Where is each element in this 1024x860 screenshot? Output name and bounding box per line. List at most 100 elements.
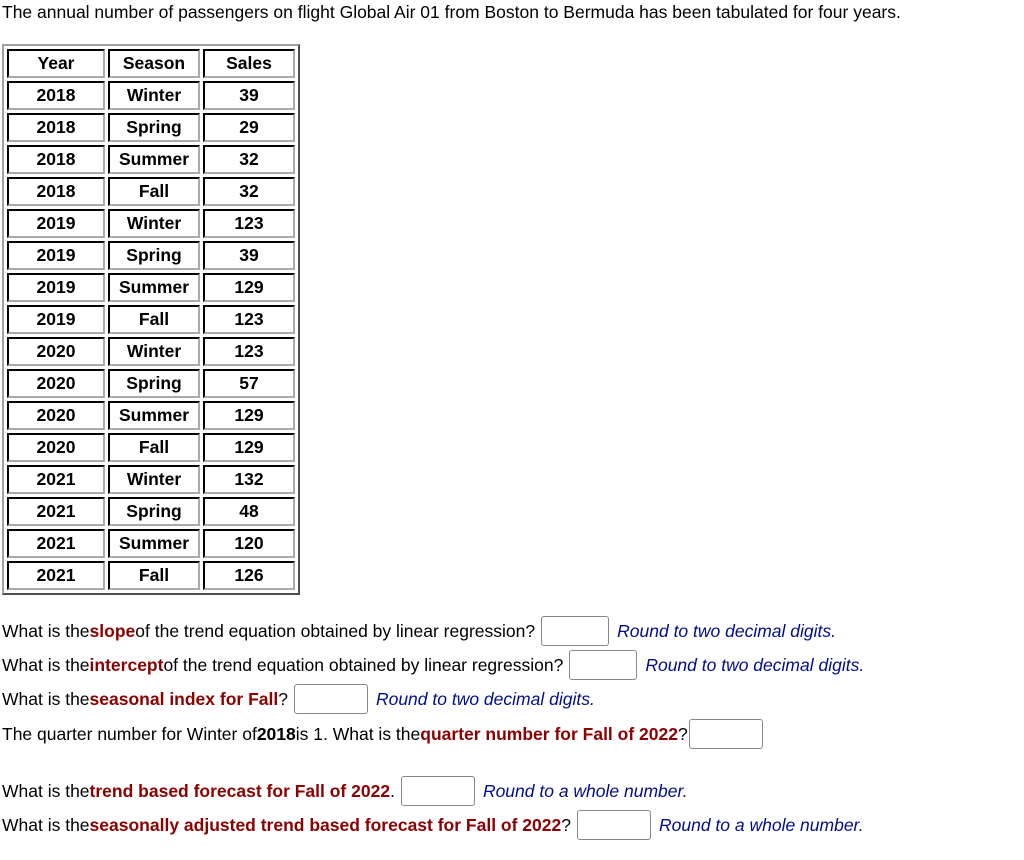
cell-sales: 132	[203, 465, 295, 494]
rounding-hint: Round to a whole number.	[482, 780, 688, 801]
rounding-hint: Round to a whole number.	[658, 814, 864, 835]
cell-sales: 32	[203, 145, 295, 174]
rounding-hint: Round to two decimal digits.	[645, 654, 865, 675]
cell-season: Summer	[108, 529, 200, 558]
cell-season: Spring	[108, 241, 200, 270]
cell-sales: 126	[203, 561, 295, 590]
question-text: ?	[677, 723, 688, 744]
cell-year: 2020	[7, 401, 105, 430]
question-text: is 1. What is the	[295, 723, 421, 744]
cell-year: 2020	[7, 337, 105, 366]
cell-sales: 123	[203, 337, 295, 366]
question-text: ?	[278, 688, 288, 709]
cell-year: 2020	[7, 369, 105, 398]
table-row: 2020 Winter 123	[7, 337, 295, 366]
question-intercept: What is the intercept of the trend equat…	[2, 650, 864, 680]
cell-year: 2018	[7, 113, 105, 142]
year-bold: 2018	[256, 723, 296, 744]
cell-season: Winter	[108, 81, 200, 110]
cell-sales: 39	[203, 241, 295, 270]
seasonal-index-input[interactable]	[293, 684, 368, 714]
cell-year: 2018	[7, 145, 105, 174]
cell-year: 2021	[7, 529, 105, 558]
table-row: 2019 Winter 123	[7, 209, 295, 238]
cell-year: 2019	[7, 241, 105, 270]
cell-season: Spring	[108, 369, 200, 398]
question-text: What is the	[2, 814, 90, 835]
rounding-hint: Round to two decimal digits.	[617, 620, 837, 641]
question-keyword: seasonal index for Fall	[89, 688, 279, 709]
table-row: 2021 Winter 132	[7, 465, 295, 494]
cell-season: Summer	[108, 273, 200, 302]
cell-year: 2021	[7, 561, 105, 590]
cell-season: Summer	[108, 145, 200, 174]
question-keyword: intercept	[89, 654, 164, 675]
cell-season: Spring	[108, 113, 200, 142]
question-text: The quarter number for Winter of	[2, 723, 257, 744]
cell-season: Winter	[108, 337, 200, 366]
question-text: What is the	[2, 654, 90, 675]
question-seasonal-forecast: What is the seasonally adjusted trend ba…	[2, 810, 864, 840]
table-row: 2021 Spring 48	[7, 497, 295, 526]
table-row: 2018 Spring 29	[7, 113, 295, 142]
rounding-hint: Round to two decimal digits.	[375, 688, 595, 709]
cell-season: Fall	[108, 305, 200, 334]
cell-year: 2019	[7, 305, 105, 334]
table-row: 2020 Spring 57	[7, 369, 295, 398]
cell-sales: 129	[203, 273, 295, 302]
question-text: of the trend equation obtained by linear…	[135, 620, 536, 641]
question-quarter-number: The quarter number for Winter of 2018 is…	[2, 719, 763, 749]
header-sales: Sales	[203, 49, 295, 78]
table-row: 2018 Fall 32	[7, 177, 295, 206]
cell-sales: 57	[203, 369, 295, 398]
cell-year: 2019	[7, 209, 105, 238]
cell-sales: 29	[203, 113, 295, 142]
question-seasonal-index: What is the seasonal index for Fall? Rou…	[2, 684, 595, 714]
cell-sales: 32	[203, 177, 295, 206]
cell-year: 2019	[7, 273, 105, 302]
cell-season: Winter	[108, 465, 200, 494]
intercept-input[interactable]	[569, 650, 638, 680]
header-year: Year	[7, 49, 105, 78]
cell-year: 2020	[7, 433, 105, 462]
header-season: Season	[108, 49, 200, 78]
cell-season: Fall	[108, 561, 200, 590]
question-text: What is the	[2, 780, 90, 801]
table-row: 2020 Summer 129	[7, 401, 295, 430]
question-text: of the trend equation obtained by linear…	[163, 654, 564, 675]
cell-sales: 129	[203, 433, 295, 462]
cell-sales: 123	[203, 305, 295, 334]
cell-year: 2021	[7, 497, 105, 526]
cell-sales: 120	[203, 529, 295, 558]
trend-forecast-input[interactable]	[400, 776, 475, 806]
question-text: ?	[561, 814, 571, 835]
question-text: .	[390, 780, 395, 801]
cell-season: Winter	[108, 209, 200, 238]
question-trend-forecast: What is the trend based forecast for Fal…	[2, 776, 688, 806]
slope-input[interactable]	[541, 616, 610, 646]
table-row: 2019 Summer 129	[7, 273, 295, 302]
table-row: 2018 Winter 39	[7, 81, 295, 110]
table-row: 2019 Fall 123	[7, 305, 295, 334]
cell-year: 2021	[7, 465, 105, 494]
question-keyword: slope	[89, 620, 136, 641]
table-row: 2020 Fall 129	[7, 433, 295, 462]
cell-year: 2018	[7, 177, 105, 206]
seasonal-forecast-input[interactable]	[576, 810, 651, 840]
cell-season: Fall	[108, 177, 200, 206]
question-text: What is the	[2, 688, 90, 709]
table-row: 2021 Fall 126	[7, 561, 295, 590]
cell-sales: 129	[203, 401, 295, 430]
cell-season: Fall	[108, 433, 200, 462]
quarter-number-input[interactable]	[688, 719, 763, 749]
table-row: 2019 Spring 39	[7, 241, 295, 270]
question-text: What is the	[2, 620, 90, 641]
cell-sales: 39	[203, 81, 295, 110]
passenger-table: Year Season Sales 2018 Winter 39 2018 Spring…	[2, 44, 300, 595]
table-header-row: Year Season Sales	[7, 49, 295, 78]
table-row: 2018 Summer 32	[7, 145, 295, 174]
cell-sales: 48	[203, 497, 295, 526]
cell-season: Summer	[108, 401, 200, 430]
question-keyword: trend based forecast for Fall of 2022	[89, 780, 391, 801]
question-keyword: quarter number for Fall of 2022	[420, 723, 678, 744]
